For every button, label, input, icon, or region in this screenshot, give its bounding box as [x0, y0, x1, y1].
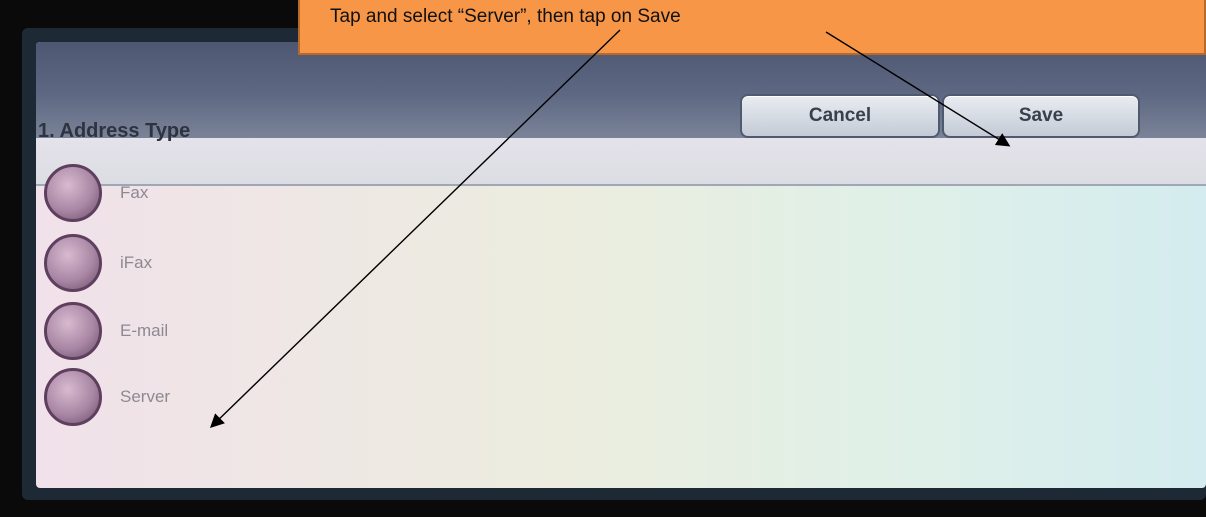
section-title: 1. Address Type [38, 120, 191, 142]
callout-text: Tap and select “Server”, then tap on Sav… [330, 6, 681, 27]
address-type-label: E-mail [120, 321, 169, 340]
address-type-email[interactable]: E-mail [44, 302, 304, 362]
radio-button-icon[interactable] [44, 302, 102, 360]
address-type-ifax[interactable]: iFax [44, 234, 304, 294]
cancel-button[interactable]: Cancel [740, 94, 940, 138]
save-button[interactable]: Save [942, 94, 1140, 138]
address-type-label: Server [120, 387, 171, 406]
radio-button-icon[interactable] [44, 234, 102, 292]
radio-button-icon[interactable] [44, 368, 102, 426]
address-type-label: iFax [120, 253, 153, 272]
address-type-fax[interactable]: Fax [44, 164, 304, 224]
photo-frame: 1. Address Type Cancel Save Fax iFax E-m… [0, 0, 1206, 517]
radio-button-icon[interactable] [44, 164, 102, 222]
address-type-server[interactable]: Server [44, 368, 304, 428]
address-type-label: Fax [120, 183, 149, 202]
instruction-callout: Tap and select “Server”, then tap on Sav… [298, 0, 1206, 55]
